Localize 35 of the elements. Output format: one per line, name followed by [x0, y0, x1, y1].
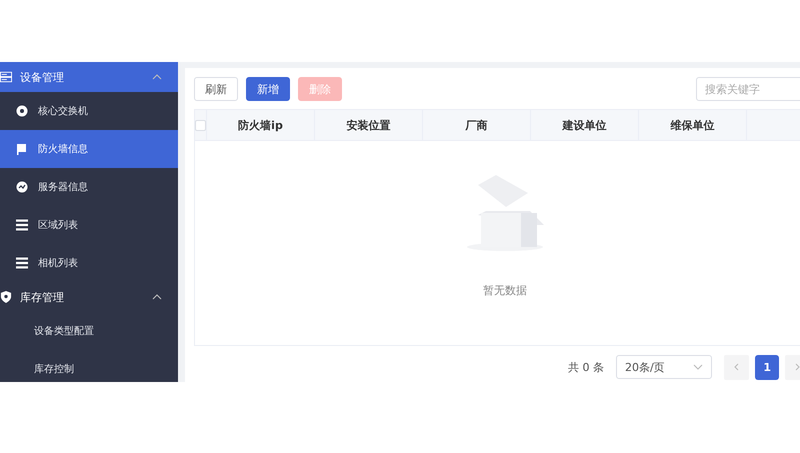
menu-group[interactable]: 库存管理 [0, 282, 178, 312]
menu-item[interactable]: 设备类型配置 [0, 312, 178, 350]
chevron-icon[interactable] [152, 294, 162, 300]
column-header[interactable]: 维保单位 [639, 110, 747, 140]
menu-item[interactable]: 区域列表 [0, 206, 178, 244]
chevron-right-icon [795, 363, 800, 371]
toolbar-button[interactable]: 刷新 [194, 77, 238, 101]
menu-item[interactable]: 相机列表 [0, 244, 178, 282]
column-header[interactable]: 防火墙ip [207, 110, 315, 140]
toolbar-button[interactable]: 新增 [246, 77, 290, 101]
total-count: 共 0 条 [568, 360, 604, 374]
page-size-select[interactable]: 20条/页 [616, 355, 712, 379]
menu-item[interactable]: 服务器信息 [0, 168, 178, 206]
menu-group-label: 库存管理 [20, 290, 65, 304]
menu-item[interactable]: 库存控制 [0, 350, 178, 382]
menu-group-label: 设备管理 [20, 70, 65, 84]
circle-dot-icon [16, 105, 28, 117]
gauge-icon [16, 181, 28, 193]
list-icon [16, 257, 28, 269]
column-header[interactable]: 建设单位 [531, 110, 639, 140]
menu-item[interactable]: 防火墙信息 [0, 130, 178, 168]
search-field[interactable]: 搜索关键字 [696, 77, 800, 101]
page-button[interactable]: 1 [754, 354, 780, 380]
column-header[interactable]: 安装位置 [315, 110, 423, 140]
select-all-checkbox[interactable] [195, 120, 206, 130]
menu-group[interactable]: 设备管理 [0, 62, 178, 92]
menu-item[interactable]: 核心交换机 [0, 92, 178, 130]
chevron-down-icon [693, 364, 704, 370]
column-header[interactable]: 厂商 [423, 110, 531, 140]
empty-message: 暂无数据 [483, 283, 527, 298]
flag-icon [16, 143, 28, 155]
list-icon [16, 219, 28, 231]
chevron-left-icon [734, 363, 740, 371]
server-icon [0, 71, 12, 83]
previous-page-button[interactable] [724, 354, 749, 380]
